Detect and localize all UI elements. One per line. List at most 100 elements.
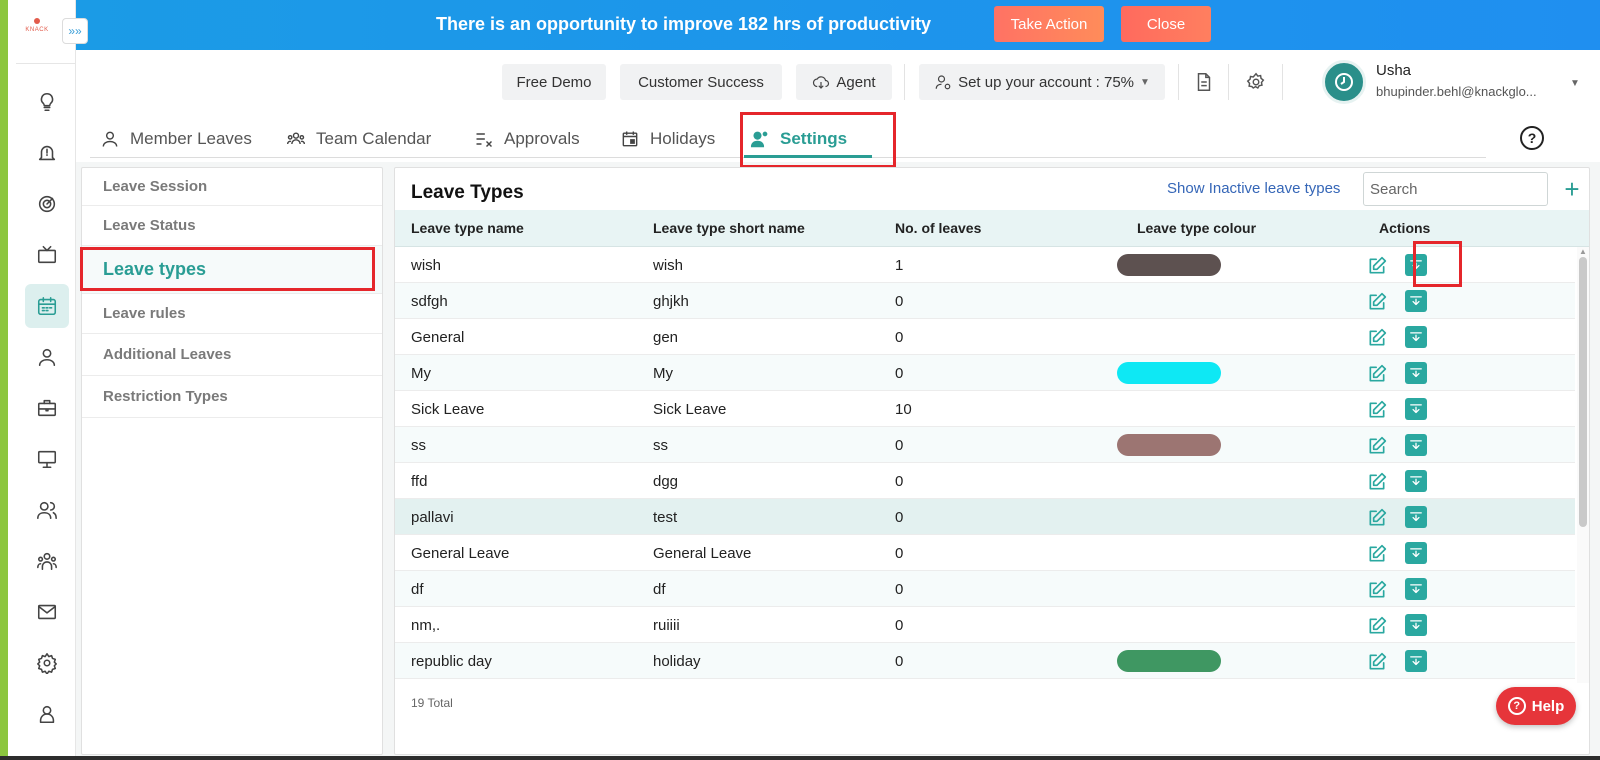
banner-message: There is an opportunity to improve 182 h… [436, 14, 932, 34]
archive-icon[interactable] [1405, 578, 1427, 600]
profile-icon[interactable] [25, 692, 69, 736]
cell-short-name: ghjkh [653, 293, 689, 310]
users-icon[interactable] [25, 488, 69, 532]
settings-menu: Leave Session Leave Status Leave types L… [81, 167, 383, 755]
question-icon[interactable]: ? [1520, 126, 1544, 150]
tab-settings[interactable]: Settings [750, 124, 847, 154]
table-row[interactable]: ffd dgg 0 [395, 463, 1575, 499]
expand-sidebar-button[interactable]: »» [62, 18, 88, 44]
cell-no-of-leaves: 0 [895, 329, 904, 346]
take-action-button[interactable]: Take Action [994, 6, 1104, 42]
table-row[interactable]: wish wish 1 [395, 247, 1575, 283]
target-icon[interactable] [25, 182, 69, 226]
table-row[interactable]: My My 0 [395, 355, 1575, 391]
bell-alert-icon[interactable] [25, 131, 69, 175]
tab-member-leaves[interactable]: Member Leaves [100, 124, 252, 154]
tab-approvals[interactable]: Approvals [474, 124, 580, 154]
menu-restriction-types[interactable]: Restriction Types [82, 376, 382, 418]
table-row[interactable]: pallavi test 0 [395, 499, 1575, 535]
user-menu-chevron-icon[interactable]: ▼ [1570, 78, 1580, 89]
archive-icon[interactable] [1405, 290, 1427, 312]
edit-icon[interactable] [1367, 472, 1387, 492]
edit-icon[interactable] [1367, 436, 1387, 456]
help-button[interactable]: ? Help [1496, 687, 1576, 725]
agent-button[interactable]: Agent [796, 64, 892, 100]
edit-icon[interactable] [1367, 544, 1387, 564]
menu-leave-status[interactable]: Leave Status [82, 206, 382, 246]
edit-icon[interactable] [1367, 292, 1387, 312]
cell-no-of-leaves: 10 [895, 401, 912, 418]
cell-no-of-leaves: 0 [895, 653, 904, 670]
edit-icon[interactable] [1367, 364, 1387, 384]
menu-leave-types[interactable]: Leave types [82, 246, 382, 294]
calendar-icon[interactable] [25, 284, 69, 328]
archive-icon[interactable] [1405, 326, 1427, 348]
close-banner-button[interactable]: Close [1121, 6, 1211, 42]
menu-leave-rules[interactable]: Leave rules [82, 294, 382, 334]
edit-icon[interactable] [1367, 328, 1387, 348]
table-scrollbar[interactable]: ▲ [1577, 247, 1589, 683]
table-row[interactable]: df df 0 [395, 571, 1575, 607]
table-row[interactable]: ss ss 0 [395, 427, 1575, 463]
free-demo-button[interactable]: Free Demo [502, 64, 606, 100]
cell-leave-type-name: nm,. [411, 617, 441, 634]
app-logo[interactable]: KNACK [22, 18, 52, 40]
cell-leave-type-name: General Leave [411, 545, 510, 562]
col-actions: Actions [1379, 220, 1431, 236]
table-row[interactable]: nm,. ruiiii 0 [395, 607, 1575, 643]
archive-icon[interactable] [1405, 434, 1427, 456]
show-inactive-link[interactable]: Show Inactive leave types [1167, 180, 1340, 197]
team-icon[interactable] [25, 539, 69, 583]
colour-swatch [1117, 650, 1221, 672]
active-tab-underline [744, 155, 872, 158]
avatar[interactable] [1322, 60, 1366, 104]
table-row[interactable]: sdfgh ghjkh 0 [395, 283, 1575, 319]
edit-icon[interactable] [1367, 508, 1387, 528]
cell-short-name: df [653, 581, 666, 598]
table-row[interactable]: Sick Leave Sick Leave 10 [395, 391, 1575, 427]
archive-icon[interactable] [1405, 614, 1427, 636]
table-row[interactable]: General Leave General Leave 0 [395, 535, 1575, 571]
search-input[interactable] [1363, 172, 1548, 206]
briefcase-icon[interactable] [25, 386, 69, 430]
tv-icon[interactable] [25, 233, 69, 277]
document-icon[interactable] [1190, 68, 1218, 96]
cell-no-of-leaves: 0 [895, 293, 904, 310]
cell-no-of-leaves: 0 [895, 581, 904, 598]
mail-icon[interactable] [25, 590, 69, 634]
user-icon[interactable] [25, 335, 69, 379]
monitor-icon[interactable] [25, 437, 69, 481]
menu-leave-session[interactable]: Leave Session [82, 168, 382, 206]
edit-icon[interactable] [1367, 580, 1387, 600]
archive-icon[interactable] [1405, 362, 1427, 384]
archive-icon[interactable] [1405, 542, 1427, 564]
table-row[interactable]: republic day holiday 0 [395, 643, 1575, 679]
cell-leave-type-name: Sick Leave [411, 401, 485, 418]
archive-icon[interactable] [1405, 506, 1427, 528]
lightbulb-icon[interactable] [25, 80, 69, 124]
menu-additional-leaves[interactable]: Additional Leaves [82, 334, 382, 376]
edit-icon[interactable] [1367, 616, 1387, 636]
edit-icon[interactable] [1367, 400, 1387, 420]
customer-success-button[interactable]: Customer Success [620, 64, 782, 100]
sidebar: KNACK [8, 0, 76, 760]
setup-account-button[interactable]: Set up your account : 75% ▼ [919, 64, 1165, 100]
tab-team-calendar[interactable]: Team Calendar [286, 124, 431, 154]
edit-icon[interactable] [1367, 256, 1387, 276]
gear-icon[interactable] [25, 641, 69, 685]
top-header: Free Demo Customer Success Agent Set up … [76, 50, 1600, 114]
settings-gear-icon[interactable] [1242, 68, 1270, 96]
cell-leave-type-name: sdfgh [411, 293, 448, 310]
archive-icon[interactable] [1405, 470, 1427, 492]
archive-icon[interactable] [1405, 398, 1427, 420]
scrollbar-thumb[interactable] [1579, 257, 1587, 527]
archive-icon[interactable] [1405, 650, 1427, 672]
edit-icon[interactable] [1367, 652, 1387, 672]
user-settings-icon [750, 131, 768, 148]
cell-short-name: gen [653, 329, 679, 346]
add-leave-type-button[interactable]: + [1559, 174, 1585, 204]
archive-icon[interactable] [1405, 254, 1427, 276]
tab-holidays[interactable]: Holidays [620, 124, 715, 154]
table-row[interactable]: General gen 0 [395, 319, 1575, 355]
bottom-bar [0, 756, 1600, 760]
